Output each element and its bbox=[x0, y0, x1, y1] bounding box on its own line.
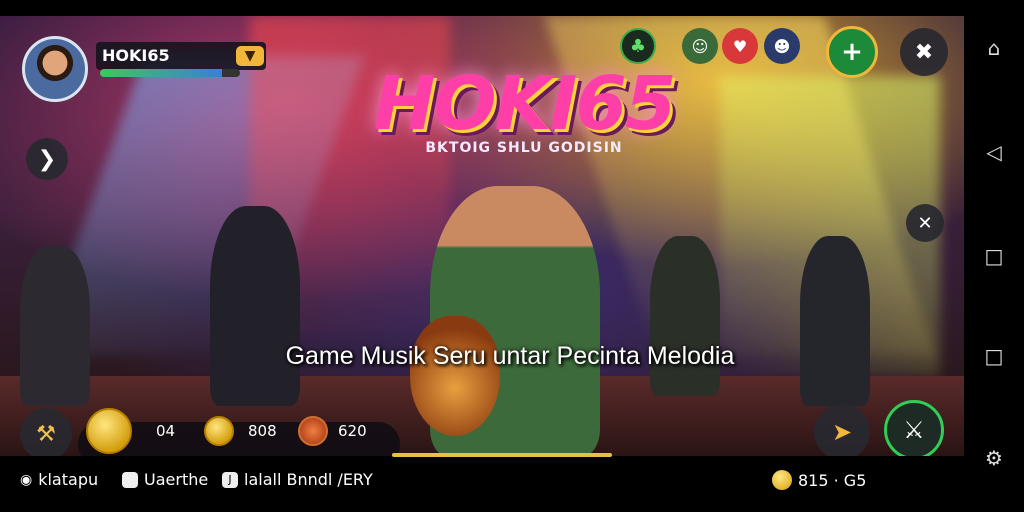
resource-b-value: 808 bbox=[248, 422, 277, 440]
footer-item-2-label: Uaerthe bbox=[144, 470, 209, 489]
recents-icon[interactable]: □ bbox=[982, 244, 1006, 268]
resource-a-value: 04 bbox=[156, 422, 176, 440]
footer-item-3[interactable]: J lalall Bnndl /ERY bbox=[222, 470, 373, 489]
mask-icon: ☻ bbox=[773, 36, 791, 56]
footer-item-3-label: lalall Bnndl /ERY bbox=[244, 470, 373, 489]
footer-item-2[interactable]: Uaerthe bbox=[122, 470, 208, 489]
guitarist-cowboy bbox=[210, 206, 300, 406]
coin-icon bbox=[772, 470, 792, 490]
add-button[interactable]: + bbox=[826, 26, 878, 78]
heart-button[interactable]: ♥ bbox=[722, 28, 758, 64]
footer-item-1[interactable]: ◉ klatapu bbox=[20, 470, 98, 489]
square-icon[interactable]: □ bbox=[982, 344, 1006, 368]
player-health-bar bbox=[100, 69, 240, 77]
settings-icon[interactable]: ⚙ bbox=[982, 446, 1006, 470]
face-icon: ☺ bbox=[691, 36, 709, 56]
guitarist-left bbox=[20, 246, 90, 406]
expand-profile-button[interactable]: ▼ bbox=[236, 46, 264, 66]
player-name: HOKI65 bbox=[102, 46, 170, 65]
build-button[interactable]: ⚒ bbox=[20, 408, 72, 456]
player-avatar[interactable] bbox=[22, 36, 88, 102]
lead-guitar bbox=[410, 316, 500, 436]
footer-item-1-label: klatapu bbox=[38, 470, 99, 489]
mask-button[interactable]: ☻ bbox=[764, 28, 800, 64]
balance-value: 815 · G5 bbox=[798, 470, 867, 490]
settings-button[interactable]: ✖ bbox=[900, 28, 948, 76]
bottom-bar: ◉ klatapu Uaerthe J lalall Bnndl /ERY 81… bbox=[0, 460, 964, 512]
hammer-icon: ⚒ bbox=[36, 421, 56, 447]
health-fill bbox=[100, 69, 222, 77]
clover-icon: ♣ bbox=[629, 35, 647, 57]
sword-icon: ⚔ bbox=[903, 416, 925, 444]
clover-button[interactable]: ♣ bbox=[620, 28, 656, 64]
gem-icon bbox=[204, 416, 234, 446]
resource-c-value: 620 bbox=[338, 422, 367, 440]
tagline: Game Musik Seru untar Pecinta Melodia bbox=[285, 342, 735, 370]
next-button[interactable]: ❯ bbox=[26, 138, 68, 180]
guitarist-far-right bbox=[800, 236, 870, 406]
plus-icon: + bbox=[841, 37, 863, 67]
tool-button[interactable]: ➤ bbox=[814, 404, 870, 456]
wrench-icon: ✖ bbox=[914, 39, 934, 65]
home-icon[interactable]: ⌂ bbox=[982, 36, 1006, 60]
game-scene: HOKI65 BKTOIG SHLU GODISIN Game Musik Se… bbox=[0, 16, 964, 456]
shield-icon bbox=[298, 416, 328, 446]
face-button[interactable]: ☺ bbox=[682, 28, 718, 64]
game-logo: HOKI65 BKTOIG SHLU GODISIN bbox=[344, 64, 704, 156]
attack-button[interactable]: ⚔ bbox=[884, 400, 944, 456]
balance: 815 · G5 bbox=[772, 470, 866, 490]
card-icon bbox=[122, 471, 138, 488]
heart-icon: ♥ bbox=[732, 36, 748, 56]
close-icon: ✕ bbox=[917, 212, 933, 234]
close-button[interactable]: ✕ bbox=[906, 204, 944, 242]
eye-icon: ◉ bbox=[20, 471, 33, 488]
logo-title: HOKI65 bbox=[373, 61, 677, 147]
chevron-down-icon: ▼ bbox=[244, 48, 256, 64]
loading-progress bbox=[392, 453, 612, 457]
arrow-right-icon: ❯ bbox=[37, 146, 57, 172]
back-icon[interactable]: ◁ bbox=[982, 140, 1006, 164]
coin-icon bbox=[86, 408, 132, 454]
system-navbar: ⌂ ◁ □ □ ⚙ bbox=[964, 0, 1024, 512]
guitarist-right bbox=[650, 236, 720, 396]
j-icon: J bbox=[222, 471, 238, 488]
pick-icon: ➤ bbox=[831, 418, 853, 446]
